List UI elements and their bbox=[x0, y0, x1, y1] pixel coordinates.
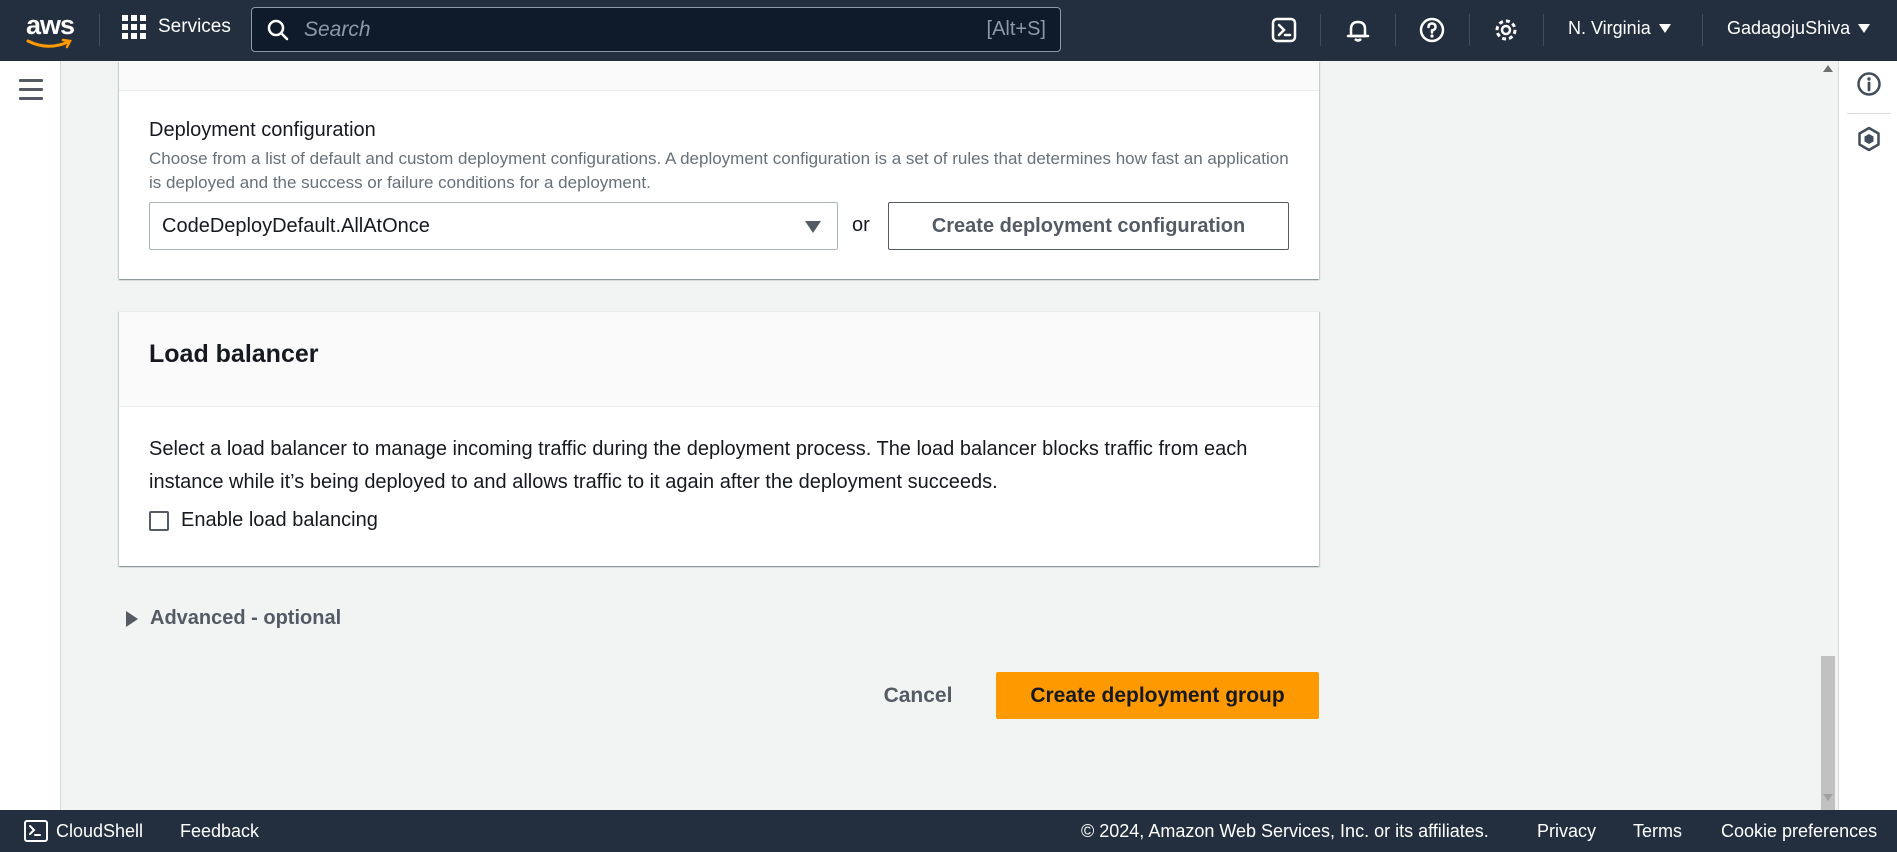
gear-icon bbox=[1495, 19, 1517, 41]
scroll-down-arrow-icon[interactable] bbox=[1823, 794, 1833, 801]
load-balancer-title: Load balancer bbox=[149, 340, 319, 368]
help-button[interactable] bbox=[1417, 15, 1447, 45]
search-bar[interactable]: [Alt+S] bbox=[251, 7, 1061, 52]
deployment-config-select[interactable]: CodeDeployDefault.AllAtOnce bbox=[149, 202, 838, 250]
aws-logo[interactable]: aws bbox=[26, 10, 76, 49]
load-balancer-description: Select a load balancer to manage incomin… bbox=[149, 438, 1248, 493]
cloudshell-footer-icon[interactable] bbox=[24, 820, 48, 842]
info-icon[interactable] bbox=[1856, 71, 1882, 97]
scroll-up-arrow-icon[interactable] bbox=[1823, 65, 1833, 72]
settings-button[interactable] bbox=[1491, 15, 1521, 45]
create-deployment-group-button[interactable]: Create deployment group bbox=[996, 672, 1319, 719]
or-separator-text: or bbox=[852, 214, 870, 236]
search-shortcut-hint: [Alt+S] bbox=[986, 18, 1046, 40]
console-footer: CloudShell Feedback © 2024, Amazon Web S… bbox=[0, 810, 1897, 852]
region-selector[interactable]: N. Virginia bbox=[1568, 18, 1671, 39]
grid-icon bbox=[122, 15, 146, 39]
enable-load-balancing-option[interactable]: Enable load balancing bbox=[149, 509, 378, 532]
account-label: GadagojuShiva bbox=[1727, 18, 1851, 38]
services-menu-button[interactable]: Services bbox=[122, 15, 231, 39]
rail-divider bbox=[1847, 113, 1891, 114]
cloudshell-nav-button[interactable] bbox=[1269, 15, 1299, 45]
nav-divider bbox=[1543, 14, 1544, 46]
nav-divider bbox=[1702, 14, 1703, 46]
enable-load-balancing-label: Enable load balancing bbox=[181, 509, 378, 531]
bell-icon bbox=[1346, 20, 1370, 42]
top-navigation: aws Services [Alt+S] bbox=[0, 0, 1897, 61]
right-side-rail bbox=[1838, 61, 1897, 810]
advanced-optional-expander[interactable]: Advanced - optional bbox=[126, 607, 341, 630]
nav-divider bbox=[1320, 14, 1321, 46]
search-icon bbox=[267, 19, 289, 40]
help-icon bbox=[1419, 17, 1445, 43]
load-balancer-header: Load balancer bbox=[119, 312, 1319, 407]
caret-down-icon bbox=[1658, 24, 1671, 33]
create-deployment-configuration-button[interactable]: Create deployment configuration bbox=[888, 202, 1289, 250]
nav-divider bbox=[1395, 14, 1396, 46]
terminal-icon bbox=[29, 825, 41, 836]
left-side-rail bbox=[0, 61, 61, 810]
deployment-settings-panel: Deployment configuration Choose from a l… bbox=[119, 61, 1319, 279]
nav-divider bbox=[1469, 14, 1470, 46]
cancel-button[interactable]: Cancel bbox=[872, 673, 964, 719]
region-label: N. Virginia bbox=[1568, 18, 1651, 38]
deployment-config-selected-value: CodeDeployDefault.AllAtOnce bbox=[162, 214, 430, 237]
cloudshell-icon bbox=[1271, 17, 1297, 43]
search-input[interactable] bbox=[304, 17, 987, 42]
terms-link[interactable]: Terms bbox=[1633, 821, 1682, 842]
aws-logo-text: aws bbox=[26, 10, 75, 40]
privacy-link[interactable]: Privacy bbox=[1537, 821, 1596, 842]
copyright-text: © 2024, Amazon Web Services, Inc. or its… bbox=[1081, 821, 1489, 841]
q-assistant-icon[interactable] bbox=[1856, 126, 1882, 152]
account-menu[interactable]: GadagojuShiva bbox=[1727, 18, 1871, 39]
aws-smile-icon bbox=[26, 38, 72, 49]
advanced-optional-label: Advanced - optional bbox=[150, 607, 342, 629]
nav-divider bbox=[99, 14, 100, 46]
enable-load-balancing-checkbox[interactable] bbox=[149, 510, 169, 531]
caret-right-icon bbox=[126, 610, 138, 627]
feedback-link[interactable]: Feedback bbox=[180, 821, 259, 842]
deployment-config-label: Deployment configuration bbox=[149, 119, 376, 141]
page-scrollbar[interactable] bbox=[1818, 61, 1838, 848]
notifications-button[interactable] bbox=[1343, 15, 1373, 45]
dropdown-caret-icon bbox=[805, 221, 821, 233]
services-label: Services bbox=[158, 16, 231, 37]
hamburger-menu-icon[interactable] bbox=[19, 79, 43, 106]
cookie-preferences-link[interactable]: Cookie preferences bbox=[1721, 821, 1877, 842]
cloudshell-footer-link[interactable]: CloudShell bbox=[56, 821, 143, 842]
caret-down-icon bbox=[1858, 24, 1871, 33]
panel-header-remnant bbox=[119, 61, 1319, 91]
load-balancer-panel: Load balancer Select a load balancer to … bbox=[119, 311, 1319, 566]
deployment-config-description: Choose from a list of default and custom… bbox=[149, 149, 1289, 192]
